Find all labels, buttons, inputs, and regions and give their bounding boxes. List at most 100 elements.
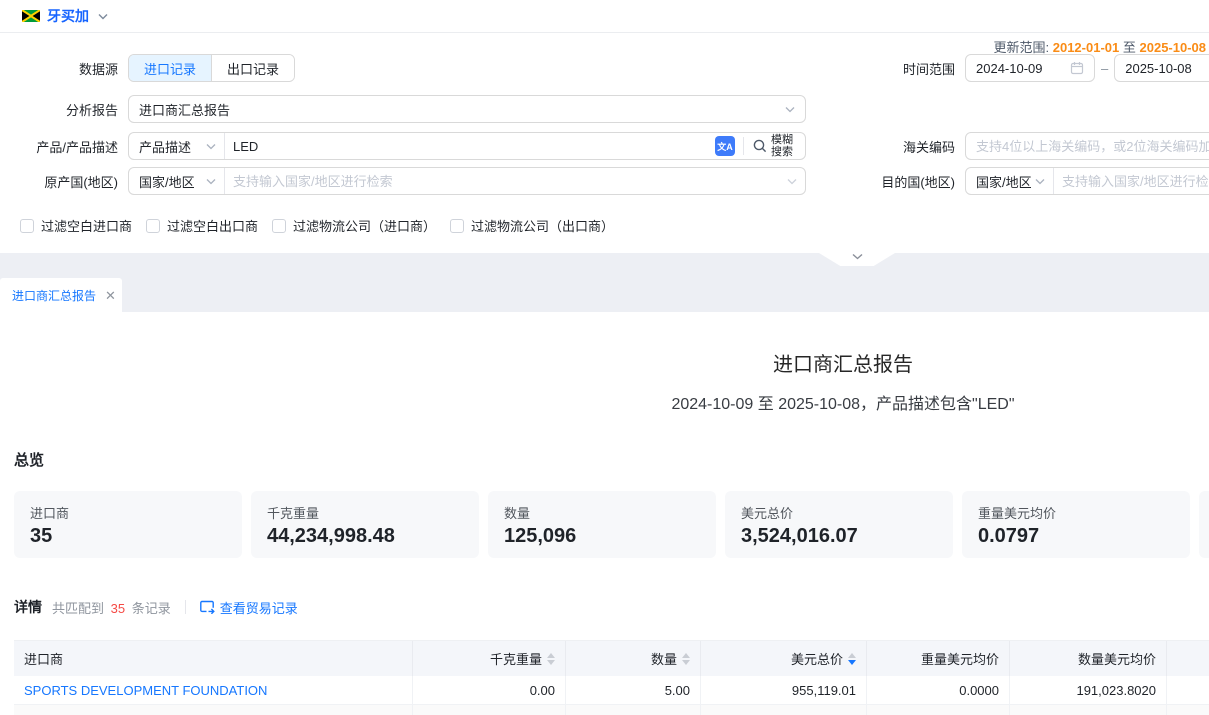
origin-country-input[interactable]: [233, 174, 787, 189]
column-header: 数量美元均价: [1010, 641, 1167, 676]
search-icon: [752, 138, 768, 154]
tab-import-records[interactable]: 进口记录: [129, 55, 211, 81]
importer-cell: KIDTOPIA: [14, 705, 413, 715]
detail-header-row: 详情 共匹配到 35 条记录 查看贸易记录: [14, 597, 1209, 617]
column-header[interactable]: 数量: [566, 641, 701, 676]
tab-importer-summary-report[interactable]: 进口商汇总报告 ✕: [0, 278, 122, 312]
chevron-down-icon: [787, 178, 797, 185]
tab-strip: 进口商汇总报告 ✕: [0, 253, 1209, 312]
data-source-segmented: 进口记录 出口记录: [128, 54, 295, 82]
date-start-input[interactable]: 2024-10-09: [965, 54, 1095, 82]
hs-code-input[interactable]: [976, 139, 1209, 154]
column-header-label: 重量美元均价: [921, 649, 999, 668]
column-header[interactable]: 千克重量: [413, 641, 566, 676]
card-label: 数量: [504, 503, 700, 522]
topbar: 牙买加: [0, 0, 1209, 33]
filter-checkbox[interactable]: 过滤物流公司（出口商）: [450, 216, 614, 235]
value-cell: 65.7815: [867, 705, 1010, 715]
value-cell: 0.00: [413, 676, 566, 704]
column-header-label: 数量美元均价: [1078, 649, 1156, 668]
table-row: KIDTOPIA2,892.005.00190,239.9865.781538,…: [14, 705, 1209, 715]
update-range-to: 至: [1123, 40, 1136, 55]
checkbox-box-icon[interactable]: [20, 219, 34, 233]
checkbox-box-icon[interactable]: [272, 219, 286, 233]
overview-card: 重量美元均价0.0797: [962, 491, 1190, 558]
sort-asc-icon: [682, 653, 690, 658]
chevron-down-icon: [785, 106, 795, 113]
country-selector-label[interactable]: 牙买加: [47, 6, 89, 26]
chevron-down-icon[interactable]: [98, 13, 108, 20]
divider: [185, 600, 186, 614]
destination-country-label: 目的国(地区): [870, 172, 965, 191]
checkbox-box-icon[interactable]: [146, 219, 160, 233]
product-label: 产品/产品描述: [0, 137, 128, 156]
checkbox-box-icon[interactable]: [450, 219, 464, 233]
calendar-icon: [1070, 61, 1084, 75]
date-range-separator: –: [1101, 61, 1108, 76]
value-cell: 38,047.9960: [1010, 705, 1167, 715]
product-description-input[interactable]: [233, 139, 715, 154]
match-count: 35: [111, 601, 125, 616]
importer-link[interactable]: KIDTOPIA: [24, 712, 84, 715]
hs-code-label: 海关编码: [870, 137, 965, 156]
chevron-down-icon: [852, 253, 863, 260]
filter-checkbox[interactable]: 过滤空白出口商: [146, 216, 258, 235]
filter-checkbox[interactable]: 过滤空白进口商: [20, 216, 132, 235]
value-cell: 191,023.8020: [1010, 676, 1167, 704]
tab-label: 进口商汇总报告: [12, 287, 96, 304]
translate-icon[interactable]: 文A: [715, 136, 735, 156]
product-compound-field: 产品描述 文A 模糊搜索: [128, 132, 806, 160]
sort-caret-icon[interactable]: [547, 653, 555, 665]
card-value: 125,096: [504, 525, 700, 548]
value-cell: 5.00: [566, 676, 701, 704]
product-type-select[interactable]: 产品描述: [129, 133, 225, 159]
card-value: 0.0797: [978, 525, 1174, 548]
value-cell: 0.0000: [867, 676, 1010, 704]
sort-desc-icon: [848, 660, 856, 665]
overview-card: 千克重量44,234,998.48: [251, 491, 479, 558]
update-range-label: 更新范围:: [993, 40, 1049, 55]
view-trade-records-link[interactable]: 查看贸易记录: [200, 598, 298, 617]
filter-checkbox[interactable]: 过滤物流公司（进口商）: [272, 216, 436, 235]
overview-heading: 总览: [14, 449, 1209, 470]
filter-checkboxes: 过滤空白进口商过滤空白出口商过滤物流公司（进口商） 过滤物流公司（出口商）: [20, 216, 614, 235]
chevron-down-icon: [206, 143, 216, 150]
tab-export-records[interactable]: 出口记录: [211, 55, 294, 81]
importer-cell: SPORTS DEVELOPMENT FOUNDATION: [14, 676, 413, 704]
report-title: 进口商汇总报告: [0, 348, 1209, 377]
value-cell: 190,239.98: [701, 705, 867, 715]
divider: [743, 137, 744, 155]
card-label: 美元总价: [741, 503, 937, 522]
sort-caret-icon[interactable]: [682, 653, 690, 665]
origin-type-select[interactable]: 国家/地区: [129, 168, 225, 194]
sort-caret-icon[interactable]: [848, 653, 856, 665]
fuzzy-search-button[interactable]: 模糊搜索: [752, 134, 797, 158]
table-row: SPORTS DEVELOPMENT FOUNDATION0.005.00955…: [14, 676, 1209, 705]
card-value: 35: [30, 525, 226, 548]
destination-type-value: 国家/地区: [976, 172, 1032, 191]
chevron-down-icon: [1035, 178, 1045, 185]
destination-type-select[interactable]: 国家/地区: [966, 168, 1054, 194]
match-prefix: 共匹配到: [52, 601, 104, 616]
analysis-report-select[interactable]: 进口商汇总报告: [128, 95, 806, 123]
close-icon[interactable]: ✕: [105, 289, 116, 302]
update-range-end: 2025-10-08: [1140, 40, 1207, 55]
overview-card: 数量 125,096: [488, 491, 716, 558]
match-count-text: 共匹配到 35 条记录: [52, 598, 171, 617]
date-end-value: 2025-10-08: [1125, 61, 1192, 76]
hs-code-field: [965, 132, 1209, 160]
importer-link[interactable]: SPORTS DEVELOPMENT FOUNDATION: [24, 683, 267, 698]
report-content: 进口商汇总报告 2024-10-09 至 2025-10-08，产品描述包含"L…: [0, 348, 1209, 715]
match-suffix: 条记录: [132, 601, 171, 616]
date-end-input[interactable]: 2025-10-08: [1114, 54, 1209, 82]
analysis-report-label: 分析报告: [0, 100, 128, 119]
collapse-panel-handle[interactable]: [819, 253, 895, 266]
fuzzy-search-label: 模糊搜索: [771, 134, 797, 158]
value-cell: 2,892.00: [413, 705, 566, 715]
overview-card: 美元总价3,524,016.07: [725, 491, 953, 558]
overview-card: 进口商35: [14, 491, 242, 558]
checkbox-label: 过滤物流公司（出口商）: [471, 216, 614, 235]
sort-desc-icon: [682, 660, 690, 665]
column-header[interactable]: 美元总价: [701, 641, 867, 676]
destination-country-input[interactable]: [1062, 174, 1209, 189]
